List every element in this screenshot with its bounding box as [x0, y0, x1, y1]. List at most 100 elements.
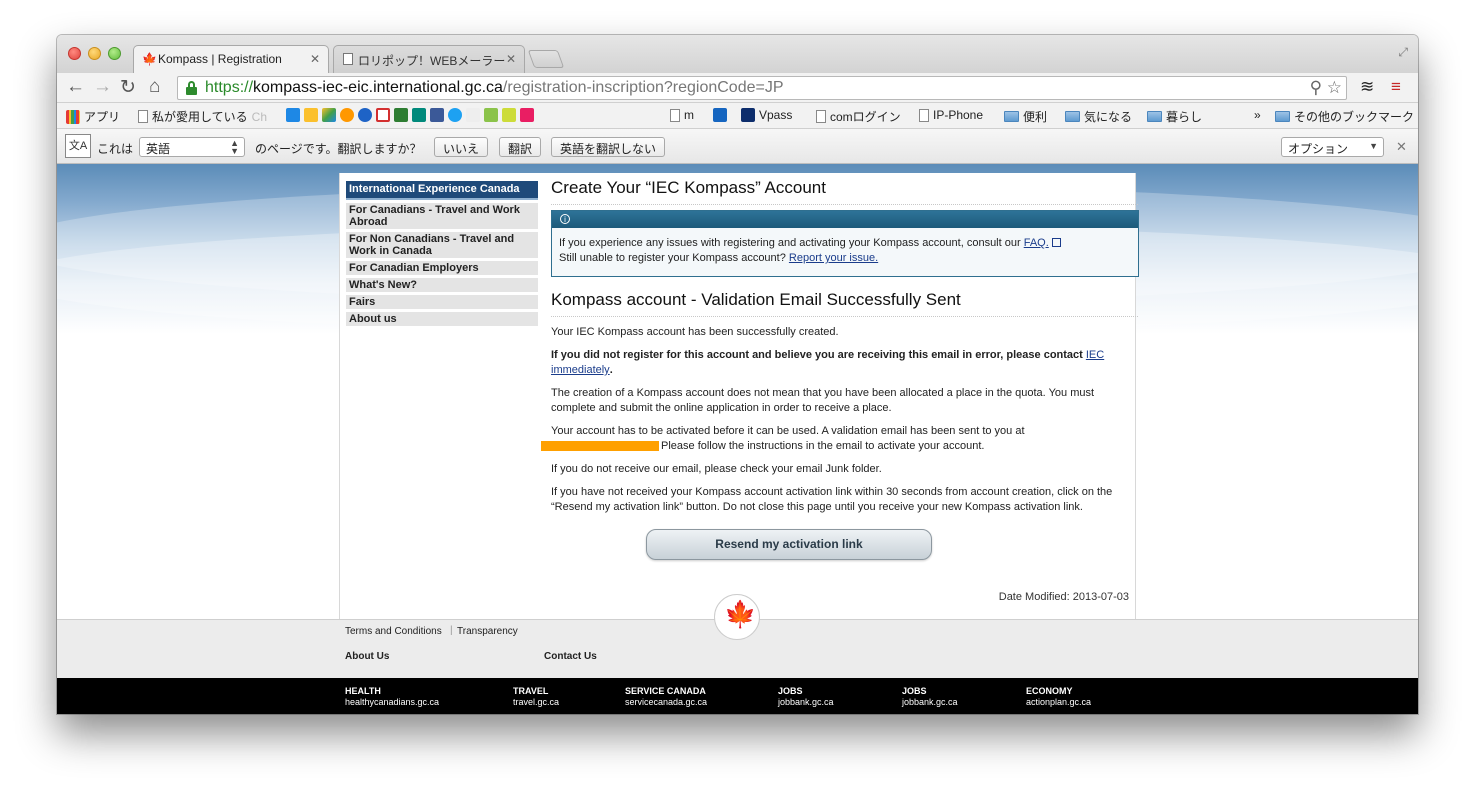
url-path: /registration-inscription?regionCode=JP: [502, 79, 784, 96]
close-translate-icon[interactable]: ✕: [1396, 139, 1407, 155]
section-title: Kompass account - Validation Email Succe…: [551, 290, 1138, 317]
bookmark-label: 暮らし: [1166, 110, 1203, 124]
faq-link[interactable]: FAQ.: [1024, 237, 1049, 249]
fullscreen-icon[interactable]: ⤢: [1398, 45, 1408, 60]
bookmark-bi[interactable]: [713, 108, 727, 122]
dropdown-arrow-icon: ▼: [1369, 141, 1378, 151]
bookmark-folder-benri[interactable]: 便利: [1004, 108, 1047, 125]
bookmark-m[interactable]: m: [670, 108, 694, 122]
left-navigation: International Experience Canada For Cana…: [346, 181, 538, 329]
translate-button[interactable]: 翻訳: [499, 137, 542, 157]
close-tab-icon[interactable]: ✕: [506, 52, 516, 66]
nav-item-fairs[interactable]: Fairs: [346, 295, 538, 309]
resend-activation-button[interactable]: Resend my activation link: [646, 529, 932, 560]
apps-grid-icon: [66, 109, 80, 124]
translate-icon: 文A: [65, 134, 91, 158]
gc-footer: HEALTH healthycanadians.gc.ca TRAVEL trave…: [57, 678, 1418, 714]
close-window-button[interactable]: [68, 47, 81, 60]
menu-icon[interactable]: ≡: [1391, 77, 1401, 97]
check-app-icon: [358, 108, 372, 122]
browser-toolbar: ← → ↻ ⌂ https://kompass-iec-eic.internat…: [57, 73, 1418, 103]
bookmark-icon-row[interactable]: [286, 108, 534, 122]
nav-heading[interactable]: International Experience Canada: [346, 181, 538, 200]
footer-jobs-2[interactable]: JOBS jobbank.gc.ca: [902, 686, 958, 708]
cross-app-icon: [466, 108, 480, 122]
document-icon: [919, 108, 929, 122]
footer-link-url: travel.gc.ca: [513, 697, 560, 707]
folder-icon: [1275, 111, 1290, 122]
footer-link-url: healthycanadians.gc.ca: [345, 697, 440, 707]
footer-economy[interactable]: ECONOMY actionplan.gc.ca: [1026, 686, 1091, 708]
about-us-link[interactable]: About Us: [345, 651, 389, 662]
new-tab-button[interactable]: [527, 50, 565, 68]
info-text: If you experience any issues with regist…: [559, 237, 1024, 249]
activation-notice: Your account has to be activated before …: [541, 424, 1126, 454]
activation-text: Your account has to be activated before …: [551, 425, 1025, 437]
bookmark-apps[interactable]: アプリ: [66, 108, 120, 125]
nav-item-non-canadians[interactable]: For Non Canadians - Travel and Work in C…: [346, 232, 538, 258]
bookmark-com-login[interactable]: comログイン: [816, 108, 901, 125]
circle-app-icon: [340, 108, 354, 122]
bookmark-folder-other[interactable]: その他のブックマーク: [1275, 108, 1414, 125]
bookmark-label: その他のブックマーク: [1294, 110, 1415, 124]
bookmark-label: アプリ: [84, 110, 121, 124]
reload-icon[interactable]: ↻: [120, 76, 136, 99]
no-translate-button[interactable]: いいえ: [434, 137, 489, 157]
tab-strip: 🍁 Kompass | Registration ✕ ロリポップ！WEBメーラー…: [57, 35, 1418, 73]
bookmark-vpass[interactable]: Vpass: [741, 108, 792, 122]
bookmark-folder-kininaru[interactable]: 気になる: [1065, 108, 1132, 125]
main-content: Create Your “IEC Kompass” Account i If y…: [541, 178, 1139, 515]
lock-icon: [186, 81, 197, 95]
back-icon[interactable]: ←: [66, 76, 85, 98]
translate-question: のページです。翻訳しますか？: [255, 142, 422, 156]
zoom-window-button[interactable]: [108, 47, 121, 60]
forward-icon[interactable]: →: [93, 76, 112, 98]
tab-kompass[interactable]: 🍁 Kompass | Registration ✕: [133, 45, 329, 73]
close-tab-icon[interactable]: ✕: [310, 52, 320, 66]
options-select[interactable]: オプション ▼: [1281, 137, 1384, 157]
footer-link-title: JOBS: [902, 686, 927, 696]
nav-item-canadians[interactable]: For Canadians - Travel and Work Abroad: [346, 203, 538, 229]
tab-webmailer[interactable]: ロリポップ！WEBメーラー ✕: [333, 45, 525, 73]
address-bar[interactable]: https://kompass-iec-eic.international.gc…: [177, 76, 1347, 100]
bookmark-label-faded: Ch: [251, 109, 267, 124]
layers-extension-icon[interactable]: ≋: [1360, 77, 1374, 97]
footer-service-canada[interactable]: SERVICE CANADA servicecanada.gc.ca: [625, 686, 707, 708]
bookmark-folder-kurashi[interactable]: 暮らし: [1147, 108, 1202, 125]
never-translate-button[interactable]: 英語を翻訳しない: [551, 137, 666, 157]
report-issue-link[interactable]: Report your issue.: [789, 252, 878, 264]
nav-item-employers[interactable]: For Canadian Employers: [346, 261, 538, 275]
nav-item-about[interactable]: About us: [346, 312, 538, 326]
warning-text-end: .: [609, 364, 613, 376]
bookmark-favorite[interactable]: 私が愛用している Ch: [138, 108, 267, 125]
error-warning: If you did not register for this account…: [551, 348, 1126, 378]
folder-icon: [1065, 111, 1080, 122]
footer-travel[interactable]: TRAVEL travel.gc.ca: [513, 686, 559, 708]
footer-health[interactable]: HEALTH healthycanadians.gc.ca: [345, 686, 439, 708]
transparency-link[interactable]: Transparency: [457, 626, 518, 637]
contact-us-link[interactable]: Contact Us: [544, 651, 597, 662]
search-star-icons[interactable]: ⚲ ☆: [1310, 78, 1342, 98]
bookmark-label: 便利: [1023, 110, 1048, 124]
maple-leaf-badge: 🍁: [714, 594, 760, 640]
info-box: i If you experience any issues with regi…: [551, 210, 1139, 277]
home-icon[interactable]: ⌂: [149, 76, 160, 98]
nav-item-whats-new[interactable]: What's New?: [346, 278, 538, 292]
activation-text-2: Please follow the instructions in the em…: [661, 440, 985, 452]
map-app-icon: [502, 108, 516, 122]
page-title: Create Your “IEC Kompass” Account: [551, 178, 1138, 205]
drive-icon: [322, 108, 336, 122]
options-label: オプション: [1288, 142, 1349, 156]
bookmarks-overflow[interactable]: »: [1254, 108, 1261, 122]
twitter-icon: [448, 108, 462, 122]
grid-app-icon: [520, 108, 534, 122]
footer-jobs-1[interactable]: JOBS jobbank.gc.ca: [778, 686, 834, 708]
language-select-value: 英語: [146, 142, 171, 156]
vpass-icon: [741, 108, 755, 122]
keep-icon: [304, 108, 318, 122]
language-select[interactable]: 英語 ▲ ▼: [139, 137, 245, 157]
bookmark-ip-phone[interactable]: IP-Phone: [919, 108, 983, 122]
terms-link[interactable]: Terms and Conditions: [345, 626, 442, 637]
minimize-window-button[interactable]: [88, 47, 101, 60]
facebook-icon: [430, 108, 444, 122]
